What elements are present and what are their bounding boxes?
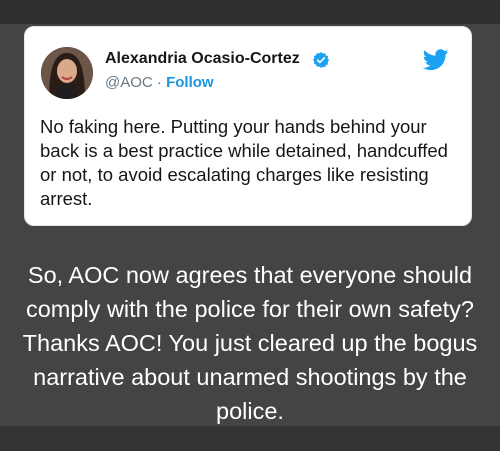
follow-button[interactable]: Follow — [166, 74, 214, 91]
author-name[interactable]: Alexandria Ocasio-Cortez — [105, 50, 300, 68]
bottom-band — [0, 426, 500, 451]
twitter-bird-icon[interactable] — [423, 49, 449, 71]
handle-row: @AOC · Follow — [105, 74, 214, 91]
embedded-tweet-card[interactable]: Alexandria Ocasio-Cortez @AOC · Follow N… — [24, 26, 472, 226]
meme-caption: So, AOC now agrees that everyone should … — [22, 262, 478, 424]
tweet-text: No faking here. Putting your hands behin… — [40, 116, 448, 209]
top-band — [0, 0, 500, 24]
author-handle[interactable]: @AOC — [105, 74, 153, 91]
handle-separator: · — [152, 74, 167, 91]
verified-badge-icon — [312, 52, 330, 68]
avatar[interactable] — [41, 47, 93, 99]
